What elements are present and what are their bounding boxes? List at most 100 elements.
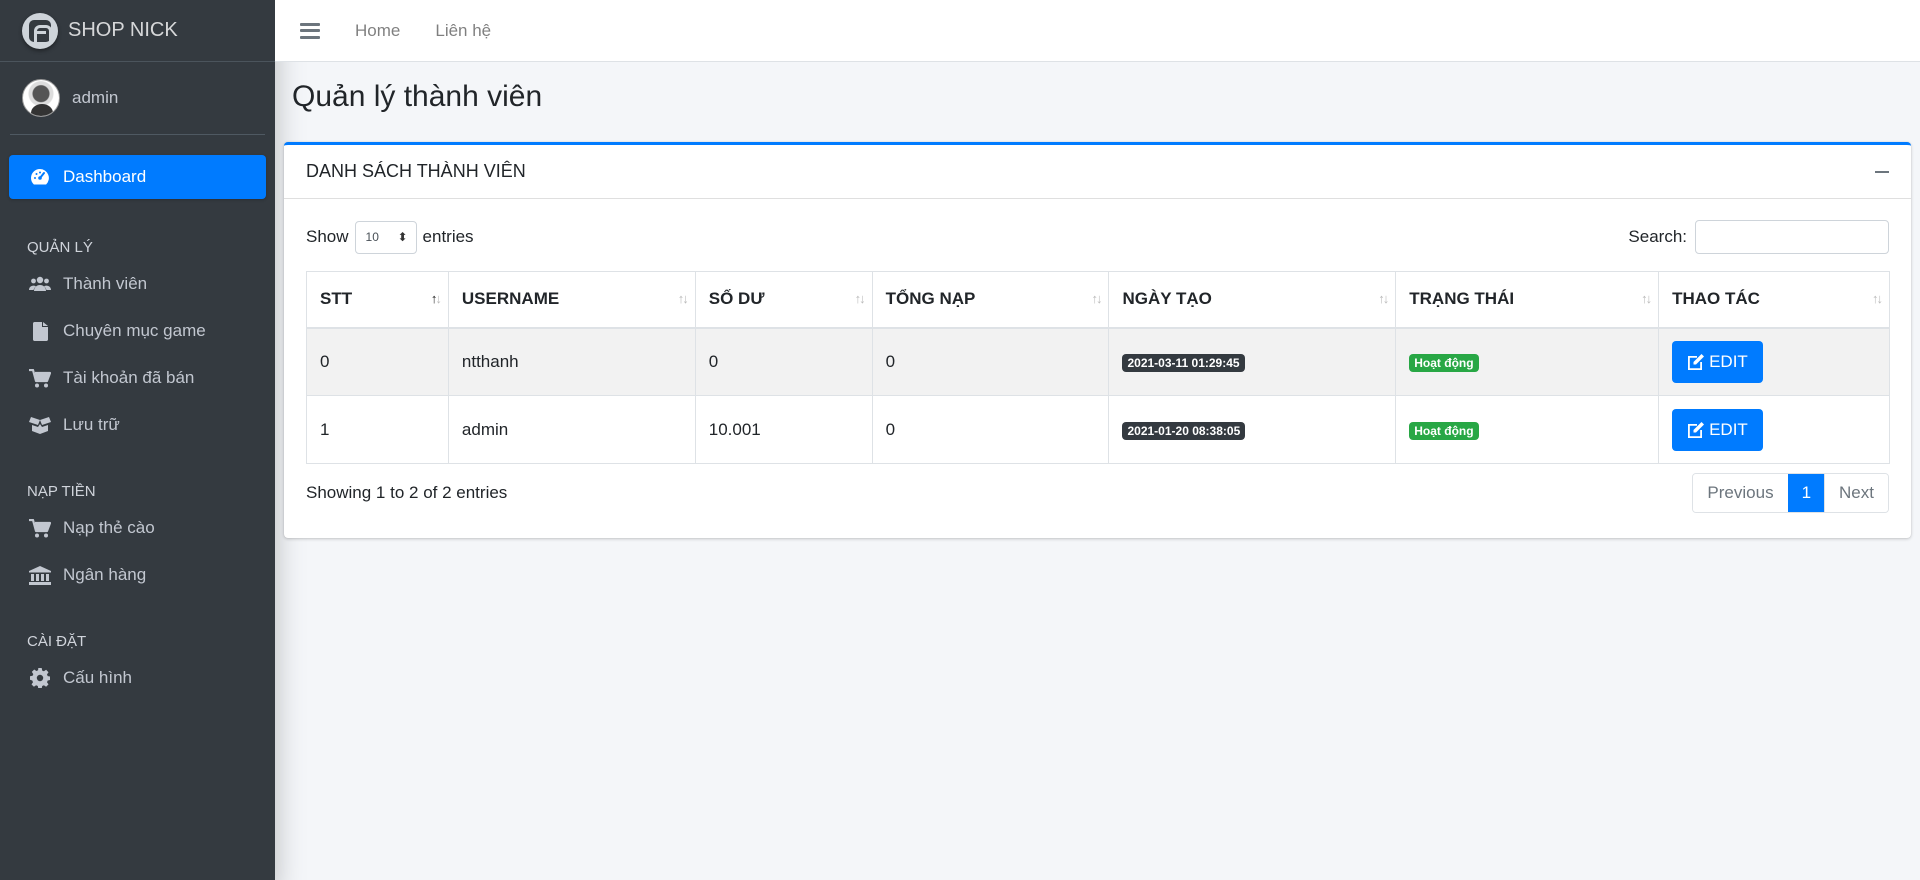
sidebar-item-label: Cấu hình	[63, 668, 132, 687]
avatar	[22, 79, 60, 117]
col-header-label: USERNAME	[461, 289, 560, 309]
col-header-balance[interactable]: SỐ DƯ ↑↓	[694, 271, 873, 329]
nav-link-contact[interactable]: Liên hệ	[435, 21, 491, 41]
card-title: DANH SÁCH THÀNH VIÊN	[306, 161, 526, 181]
pagination: Previous 1 Next	[1692, 473, 1889, 513]
cell-stt: 0	[306, 327, 449, 396]
sidebar-item-sold-accounts[interactable]: Tài khoản đã bán	[9, 356, 266, 400]
edit-icon	[1687, 353, 1705, 371]
col-header-status[interactable]: TRẠNG THÁI ↑↓	[1395, 271, 1660, 329]
created-badge: 2021-01-20 08:38:05	[1122, 421, 1246, 440]
top-navbar: Home Liên hệ	[275, 0, 1920, 62]
page-length-value: 10	[365, 230, 379, 244]
sort-icon: ↑↓	[1091, 291, 1102, 306]
cart-icon	[29, 517, 51, 539]
sidebar-nav: Dashboard QUẢN LÝ Thành viên Chuyên mục …	[0, 155, 275, 700]
sidebar-item-card-topup[interactable]: Nạp thẻ cào	[9, 506, 266, 550]
page-1-button[interactable]: 1	[1787, 474, 1825, 512]
table-info: Showing 1 to 2 of 2 entries	[306, 483, 508, 502]
cell-total: 0	[871, 395, 1110, 464]
col-header-label: STT	[320, 289, 353, 309]
entries-label: entries	[422, 227, 474, 246]
edit-icon	[1687, 421, 1705, 439]
col-header-label: TỔNG NẠP	[885, 289, 976, 309]
col-header-label: THAO TÁC	[1672, 289, 1760, 309]
sort-icon: ↑↓	[854, 291, 866, 306]
sidebar-item-label: Nạp thẻ cào	[63, 518, 155, 537]
edit-button[interactable]: EDIT	[1672, 408, 1763, 451]
sidebar-item-storage[interactable]: Lưu trữ	[9, 403, 266, 447]
users-icon	[29, 273, 51, 295]
created-badge: 2021-03-11 01:29:45	[1122, 353, 1245, 372]
col-header-actions[interactable]: THAO TÁC ↑↓	[1658, 271, 1890, 329]
main-content: Quản lý thành viên DANH SÁCH THÀNH VIÊN …	[275, 62, 1920, 538]
nav-header-settings: CÀI ĐẶT	[27, 633, 87, 650]
cart-icon	[29, 367, 51, 389]
col-header-label: SỐ DƯ	[708, 289, 765, 309]
table-row: 0 ntthanh 0 0 2021-03-11 01:29:45 Hoạt đ…	[306, 327, 1890, 396]
cell-created: 2021-01-20 08:38:05	[1108, 395, 1397, 464]
page-length-select[interactable]: 10	[354, 220, 417, 254]
box-icon	[29, 414, 51, 436]
col-header-created[interactable]: NGÀY TẠO ↑↓	[1108, 271, 1397, 329]
nav-header-manage: QUẢN LÝ	[27, 239, 93, 256]
page-title: Quản lý thành viên	[292, 80, 543, 113]
cell-status: Hoạt động	[1395, 395, 1660, 464]
members-card: DANH SÁCH THÀNH VIÊN Show 10 entries Sea…	[284, 142, 1911, 538]
next-button[interactable]: Next	[1824, 474, 1888, 512]
sort-asc-icon: ↑↓	[430, 291, 442, 306]
sidebar-item-members[interactable]: Thành viên	[9, 262, 266, 306]
brand-link[interactable]: SHOP NICK	[0, 0, 275, 62]
menu-toggle-icon[interactable]	[300, 22, 320, 39]
cell-status: Hoạt động	[1395, 327, 1660, 396]
bank-icon	[29, 564, 51, 586]
cell-total: 0	[871, 327, 1110, 396]
status-badge: Hoạt động	[1409, 353, 1479, 372]
cell-balance: 0	[694, 327, 873, 396]
card-body: Show 10 entries Search: STT↑↓ USERNAME↑↓…	[284, 199, 1911, 532]
sort-icon: ↑↓	[1378, 291, 1389, 306]
cell-actions: EDIT	[1658, 395, 1890, 464]
cell-username: admin	[447, 395, 696, 464]
status-badge: Hoạt động	[1409, 421, 1479, 440]
sort-icon: ↑↓	[677, 291, 689, 306]
sidebar-item-label: Tài khoản đã bán	[63, 368, 195, 387]
show-label: Show	[306, 227, 349, 246]
col-header-stt[interactable]: STT ↑↓	[306, 271, 449, 329]
cell-actions: EDIT	[1658, 327, 1890, 396]
members-table: STT ↑↓ USERNAME ↑↓ SỐ DƯ ↑↓ TỔNG NẠP ↑↓ NGÀY…	[306, 271, 1890, 464]
col-header-label: NGÀY TẠO	[1122, 289, 1212, 309]
sidebar-item-bank[interactable]: Ngân hàng	[9, 553, 266, 597]
edit-label: EDIT	[1709, 419, 1748, 439]
collapse-icon[interactable]	[1875, 170, 1889, 173]
nav-header-topup: NẠP TIỀN	[27, 483, 96, 500]
sidebar-item-label: Chuyên mục game	[63, 321, 206, 340]
sidebar-item-label: Ngân hàng	[63, 565, 147, 584]
sidebar-item-config[interactable]: Cấu hình	[9, 656, 266, 700]
cell-created: 2021-03-11 01:29:45	[1108, 327, 1397, 396]
nav-link-home[interactable]: Home	[355, 21, 400, 41]
tachometer-icon	[29, 166, 51, 188]
col-header-label: TRẠNG THÁI	[1409, 289, 1515, 309]
col-header-total[interactable]: TỔNG NẠP ↑↓	[871, 271, 1110, 329]
sidebar-item-label: Dashboard	[63, 167, 147, 186]
sidebar-item-dashboard[interactable]: Dashboard	[9, 155, 266, 199]
col-header-username[interactable]: USERNAME ↑↓	[447, 271, 696, 329]
brand-name: SHOP NICK	[68, 19, 178, 41]
sidebar-item-label: Thành viên	[63, 274, 148, 293]
cell-username: ntthanh	[447, 327, 696, 396]
gear-icon	[29, 667, 51, 689]
edit-label: EDIT	[1709, 351, 1748, 371]
sidebar: SHOP NICK admin Dashboard QUẢN LÝ Thành …	[0, 0, 275, 880]
cell-stt: 1	[306, 395, 449, 464]
search-input[interactable]	[1695, 220, 1889, 254]
sidebar-item-game-categories[interactable]: Chuyên mục game	[9, 309, 266, 353]
user-name: admin	[72, 88, 119, 107]
sort-icon: ↑↓	[1872, 291, 1883, 306]
edit-button[interactable]: EDIT	[1672, 340, 1763, 383]
file-icon	[29, 320, 51, 342]
user-panel[interactable]: admin	[10, 62, 265, 135]
previous-button[interactable]: Previous	[1693, 474, 1788, 512]
table-header-row: STT ↑↓ USERNAME ↑↓ SỐ DƯ ↑↓ TỔNG NẠP ↑↓ NGÀY…	[306, 271, 1890, 329]
card-header: DANH SÁCH THÀNH VIÊN	[284, 145, 1911, 199]
